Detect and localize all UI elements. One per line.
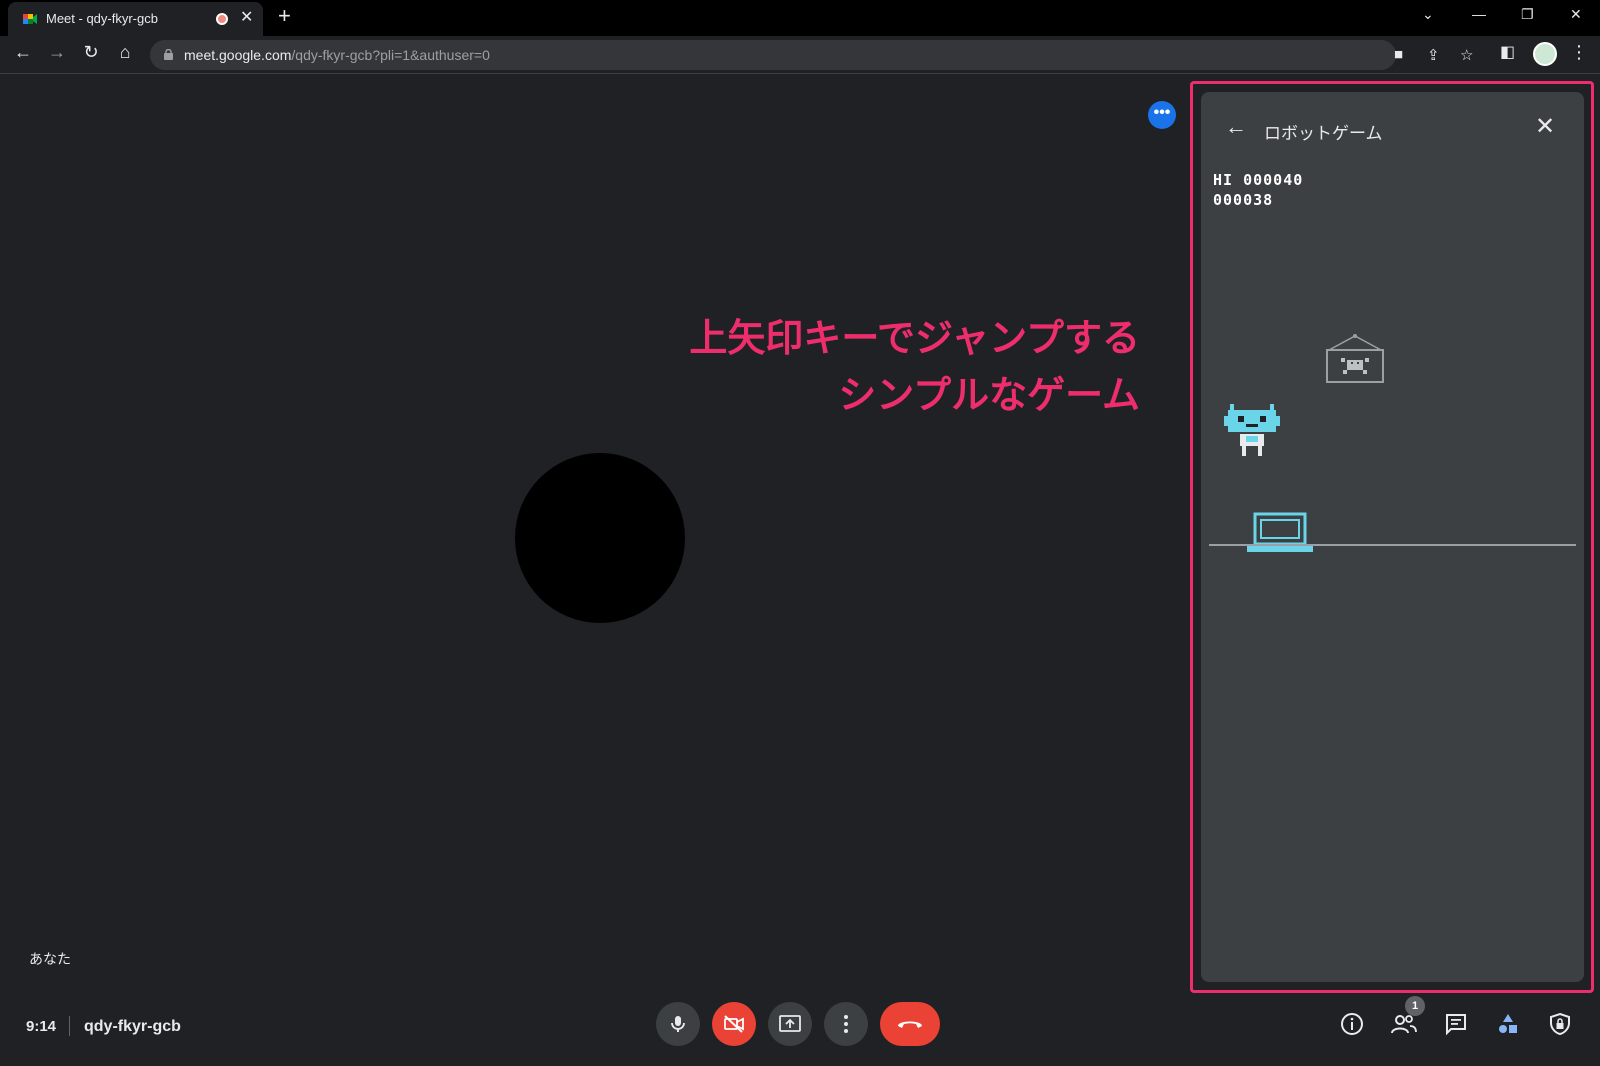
host-controls-button[interactable] bbox=[1544, 1008, 1576, 1040]
camera-off-icon bbox=[724, 1015, 744, 1033]
microphone-icon bbox=[671, 1016, 685, 1032]
lock-icon bbox=[164, 49, 173, 60]
robot-player-icon bbox=[1224, 404, 1280, 456]
more-actions-button[interactable] bbox=[824, 1002, 868, 1046]
present-screen-icon bbox=[779, 1015, 801, 1032]
meeting-info-button[interactable] bbox=[1336, 1008, 1368, 1040]
game-ground-line bbox=[1209, 544, 1576, 546]
close-tab-icon[interactable]: ✕ bbox=[240, 7, 253, 27]
minimize-window-icon[interactable]: — bbox=[1472, 6, 1486, 22]
panel-title: ロボットゲーム bbox=[1264, 124, 1383, 143]
crab-sign-icon bbox=[1326, 334, 1384, 383]
clock-time: 9:14 bbox=[26, 1018, 57, 1035]
annotation-line-2: シンプルなゲーム bbox=[838, 375, 1140, 417]
laptop-obstacle-icon bbox=[1247, 512, 1313, 552]
bookmark-star-icon[interactable]: ☆ bbox=[1460, 46, 1473, 64]
home-icon[interactable]: ⌂ bbox=[112, 42, 138, 63]
tab-search-icon[interactable]: ⌄ bbox=[1422, 6, 1434, 23]
participants-count-badge: 1 bbox=[1405, 996, 1425, 1016]
people-icon bbox=[1391, 1015, 1417, 1034]
share-icon[interactable]: ⇪ bbox=[1427, 46, 1440, 64]
meet-logo-icon bbox=[23, 14, 37, 24]
divider bbox=[69, 1016, 70, 1036]
profile-avatar[interactable] bbox=[1533, 42, 1557, 66]
info-icon bbox=[1341, 1013, 1363, 1035]
microphone-button[interactable] bbox=[656, 1002, 700, 1046]
browser-toolbar: ← → ↻ ⌂ meet.google.com/qdy-fkyr-gcb?pli… bbox=[0, 36, 1600, 74]
back-icon[interactable]: ← bbox=[10, 42, 36, 63]
self-video-avatar bbox=[515, 453, 685, 623]
back-arrow-icon[interactable]: ← bbox=[1225, 114, 1247, 140]
activities-icon bbox=[1499, 1014, 1517, 1033]
more-vert-icon bbox=[844, 1015, 848, 1033]
meeting-code: qdy-fkyr-gcb bbox=[84, 1018, 181, 1035]
recording-indicator-icon bbox=[216, 13, 228, 25]
current-score: 000038 bbox=[1213, 191, 1274, 209]
meet-control-bar: 9:14 qdy-fkyr-gcb 1 bbox=[0, 960, 1600, 1066]
hang-up-icon bbox=[898, 1021, 922, 1028]
new-tab-button[interactable]: + bbox=[278, 3, 291, 29]
more-options-button[interactable]: ••• bbox=[1148, 101, 1176, 129]
activity-side-panel: ← ロボットゲーム ✕ HI 000040 000038 bbox=[1201, 92, 1584, 982]
meet-stage: ••• あなた 上矢印キーでジャンプする シンプルなゲーム ← ロボットゲーム … bbox=[0, 75, 1600, 1066]
reload-icon[interactable]: ↻ bbox=[78, 42, 104, 63]
present-screen-button[interactable] bbox=[768, 1002, 812, 1046]
camera-in-use-icon[interactable]: ■ bbox=[1394, 46, 1403, 63]
url-text: meet.google.com/qdy-fkyr-gcb?pli=1&authu… bbox=[184, 47, 490, 63]
leave-call-button[interactable] bbox=[880, 1002, 940, 1046]
annotation-line-1: 上矢印キーでジャンプする bbox=[689, 318, 1140, 360]
forward-icon[interactable]: → bbox=[44, 42, 70, 63]
tab-title: Meet - qdy-fkyr-gcb bbox=[46, 11, 158, 26]
url-path: /qdy-fkyr-gcb?pli=1&authuser=0 bbox=[291, 47, 490, 63]
close-window-icon[interactable]: ✕ bbox=[1570, 6, 1582, 23]
address-bar[interactable]: meet.google.com/qdy-fkyr-gcb?pli=1&authu… bbox=[150, 40, 1473, 70]
browser-tab-bar: Meet - qdy-fkyr-gcb ✕ + ⌄ — ❐ ✕ bbox=[0, 0, 1600, 36]
browser-tab[interactable]: Meet - qdy-fkyr-gcb ✕ bbox=[8, 2, 263, 36]
chat-icon bbox=[1446, 1014, 1466, 1036]
hi-score: HI 000040 bbox=[1213, 171, 1304, 189]
camera-off-button[interactable] bbox=[712, 1002, 756, 1046]
side-panel-icon[interactable]: ◧ bbox=[1500, 42, 1515, 62]
close-panel-icon[interactable]: ✕ bbox=[1535, 112, 1555, 141]
url-host: meet.google.com bbox=[184, 47, 292, 63]
shield-lock-icon bbox=[1550, 1012, 1570, 1036]
activities-button[interactable] bbox=[1492, 1008, 1524, 1040]
restore-window-icon[interactable]: ❐ bbox=[1521, 6, 1534, 23]
browser-menu-icon[interactable]: ⋮ bbox=[1570, 42, 1588, 63]
chat-button[interactable] bbox=[1440, 1008, 1472, 1040]
